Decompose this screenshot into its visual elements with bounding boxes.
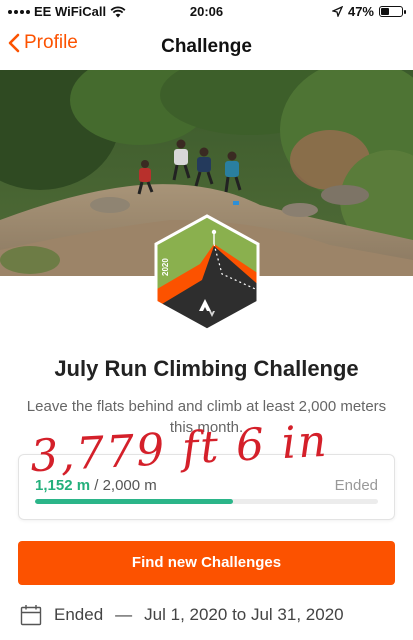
battery-icon xyxy=(379,6,406,17)
challenge-badge: 2020 xyxy=(154,214,260,332)
dates-status: Ended xyxy=(54,605,104,624)
progress-separator: / xyxy=(90,477,103,494)
nav-bar: Profile Challenge xyxy=(0,28,413,64)
challenge-title: July Run Climbing Challenge xyxy=(54,356,359,381)
challenge-description: Leave the flats behind and climb at leas… xyxy=(26,398,387,436)
calendar-icon xyxy=(20,605,42,626)
page-title: Challenge xyxy=(161,36,252,57)
progress-bar xyxy=(35,499,378,504)
progress-text: 1,152 m / 2,000 m xyxy=(35,477,157,494)
battery-percent: 47% xyxy=(347,4,374,19)
progress-status: Ended xyxy=(334,477,378,494)
progress-goal: 2,000 m xyxy=(102,477,157,494)
dates-range: Jul 1, 2020 to Jul 31, 2020 xyxy=(144,605,344,624)
badge-year: 2020 xyxy=(161,258,170,276)
status-bar: EE WiFiCall 20:06 47% xyxy=(0,0,413,24)
summit-dot-icon xyxy=(211,229,217,235)
location-arrow-icon xyxy=(331,6,343,17)
progress-current: 1,152 m xyxy=(35,477,91,494)
challenge-dates: Ended — Jul 1, 2020 to Jul 31, 2020 xyxy=(20,604,344,626)
progress-card: 1,152 m / 2,000 m Ended xyxy=(18,454,395,520)
progress-bar-fill xyxy=(35,499,233,504)
dates-dash: — xyxy=(115,605,133,624)
find-challenges-button[interactable]: Find new Challenges xyxy=(18,541,395,585)
status-right: 47% xyxy=(331,4,406,19)
